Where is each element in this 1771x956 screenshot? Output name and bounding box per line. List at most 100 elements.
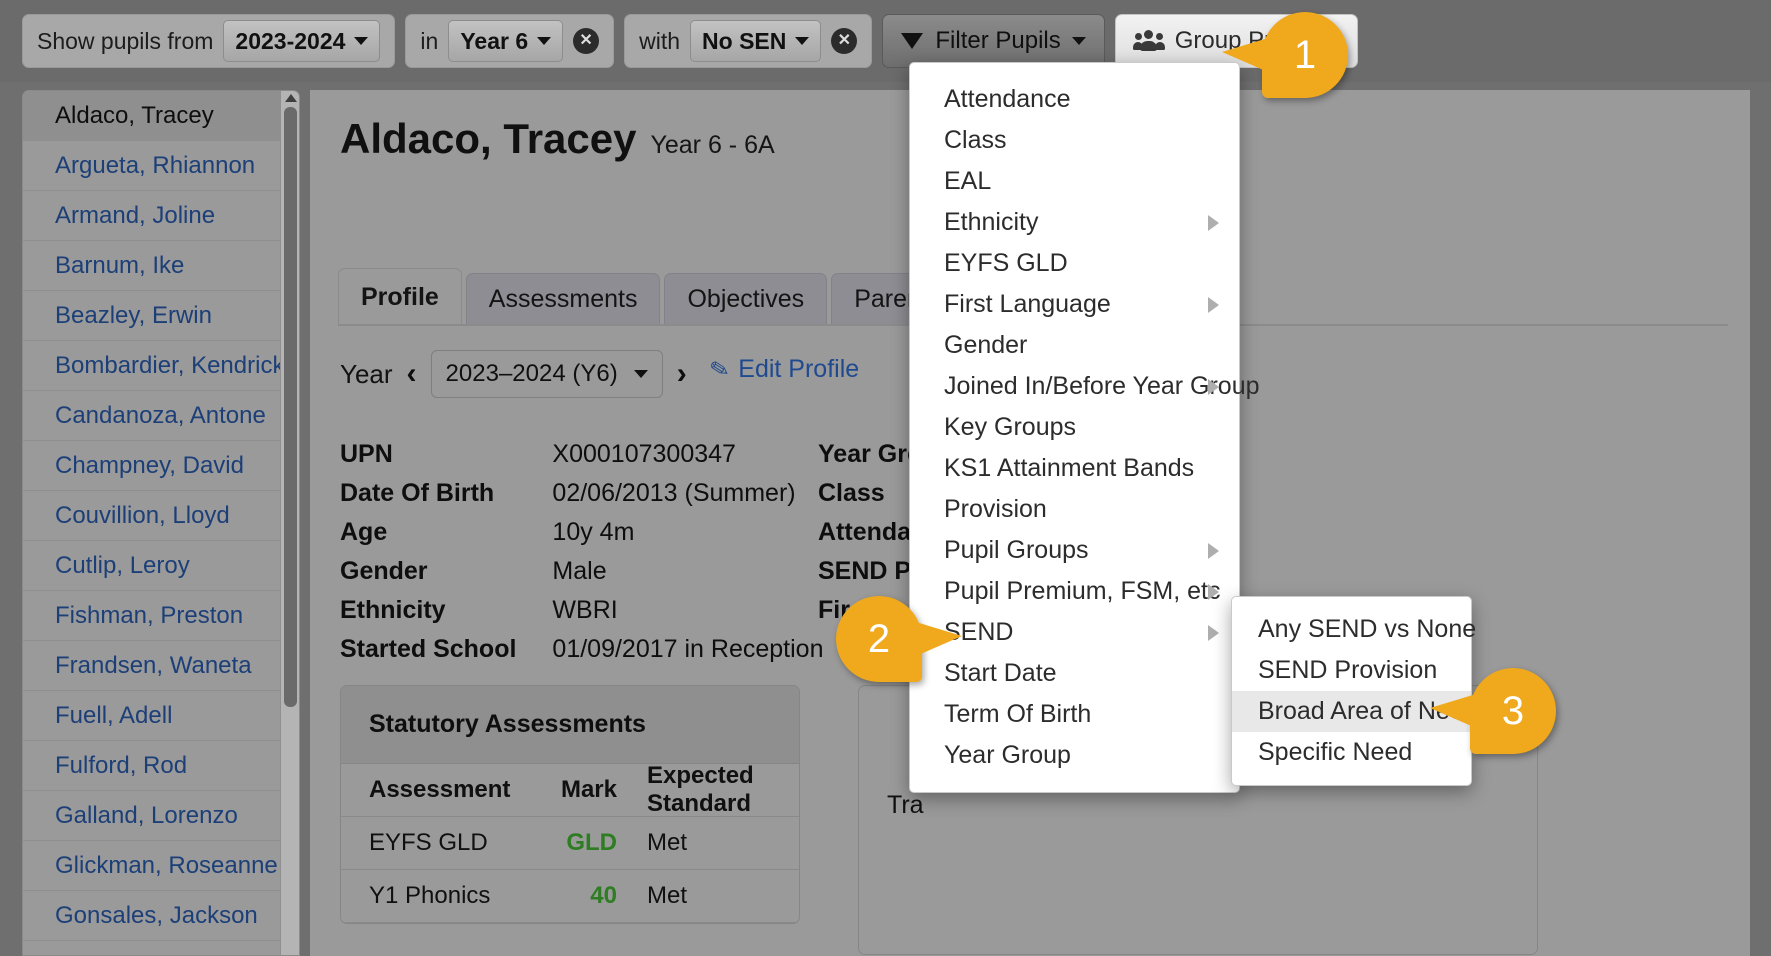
pupil-list-item[interactable]: Frandsen, Waneta: [23, 641, 299, 691]
menu-item-start-date[interactable]: Start Date: [910, 653, 1239, 694]
pupil-list-item[interactable]: Cutlip, Leroy: [23, 541, 299, 591]
clear-sen-button[interactable]: ✕: [831, 28, 858, 54]
detail-value: X000107300347: [552, 440, 736, 468]
pupil-list-item[interactable]: Barnum, Ike: [23, 241, 299, 291]
people-group-icon: [1132, 30, 1165, 52]
app-root: Show pupils from 2023-2024 in Year 6 ✕ w…: [0, 0, 1771, 956]
edit-profile-link[interactable]: ✎ Edit Profile: [707, 354, 859, 384]
chevron-down-icon: [354, 37, 369, 45]
menu-item-provision[interactable]: Provision: [910, 489, 1239, 530]
academic-year-select[interactable]: 2023-2024: [223, 20, 381, 62]
submenu-item-send-provision[interactable]: SEND Provision: [1232, 650, 1471, 691]
sen-filter-group: with No SEN ✕: [624, 14, 873, 68]
pupil-list-item[interactable]: Argueta, Rhiannon: [23, 141, 299, 191]
pupil-list-item-label: Fulford, Rod: [55, 751, 188, 779]
menu-item-pupil-premium-fsm-etc[interactable]: Pupil Premium, FSM, etc: [910, 571, 1239, 612]
previous-year-button[interactable]: ‹: [407, 357, 417, 391]
cell-expected-standard: Met: [647, 829, 688, 856]
menu-item-year-group[interactable]: Year Group: [910, 735, 1239, 776]
pupil-list-item-label: Couvillion, Lloyd: [55, 501, 230, 529]
next-year-button[interactable]: ›: [677, 357, 687, 391]
tab-label: Objectives: [687, 285, 805, 313]
submenu-item-any-send-vs-none[interactable]: Any SEND vs None: [1232, 609, 1476, 650]
tab-assessments[interactable]: Assessments: [465, 273, 661, 325]
column-header-mark: Mark: [560, 776, 617, 803]
detail-key: Age: [340, 518, 388, 546]
menu-item-label: Specific Need: [1258, 738, 1413, 766]
cell-expected-standard: Met: [647, 882, 688, 909]
tab-label: Profile: [361, 282, 439, 311]
pupil-list-item[interactable]: Fuell, Adell: [23, 691, 299, 741]
menu-item-gender[interactable]: Gender: [910, 325, 1239, 366]
pupil-list-item[interactable]: Galland, Lorenzo: [23, 791, 299, 841]
pupil-list-item[interactable]: Couvillion, Lloyd: [23, 491, 299, 541]
year-group-select[interactable]: Year 6: [448, 20, 564, 62]
menu-item-joined-in-before-year-group[interactable]: Joined In/Before Year Group: [910, 366, 1260, 407]
pupil-list-item[interactable]: Hanna, Lizabeth: [23, 941, 299, 956]
pupil-list-item-label: Hanna, Lizabeth: [55, 952, 230, 956]
with-label: with: [639, 27, 681, 54]
menu-item-term-of-birth[interactable]: Term Of Birth: [910, 694, 1239, 735]
clear-year-group-button[interactable]: ✕: [573, 28, 600, 54]
menu-item-eyfs-gld[interactable]: EYFS GLD: [910, 243, 1239, 284]
cell-mark: GLD: [566, 829, 617, 856]
chevron-right-icon: [1208, 378, 1219, 395]
cell-assessment: EYFS GLD: [369, 829, 488, 856]
callout-badge-3: 3: [1430, 668, 1556, 754]
pupil-list-item[interactable]: Armand, Joline: [23, 191, 299, 241]
tab-objectives[interactable]: Objectives: [664, 273, 828, 325]
menu-item-label: Term Of Birth: [944, 700, 1092, 728]
chevron-down-icon: [537, 37, 552, 45]
pupil-list-item[interactable]: Gonsales, Jackson: [23, 891, 299, 941]
statutory-table-body: EYFS GLD GLD Met Y1 Phonics 40 Met: [341, 817, 799, 923]
menu-item-attendance[interactable]: Attendance: [910, 79, 1239, 120]
menu-item-pupil-groups[interactable]: Pupil Groups: [910, 530, 1239, 571]
detail-key: Ethnicity: [340, 596, 446, 624]
pupil-list-item-label: Cutlip, Leroy: [55, 551, 190, 579]
column-header-assessment: Assessment: [369, 776, 511, 803]
pupil-list-sidebar: Aldaco, Tracey Argueta, Rhiannon Armand, J…: [22, 90, 300, 956]
sen-select[interactable]: No SEN: [690, 20, 822, 62]
menu-item-ethnicity[interactable]: Ethnicity: [910, 202, 1239, 243]
menu-item-eal[interactable]: EAL: [910, 161, 1239, 202]
pupil-list-item-label: Armand, Joline: [55, 201, 216, 229]
chevron-down-icon: [1071, 37, 1086, 45]
menu-item-ks1-attainment-bands[interactable]: KS1 Attainment Bands: [910, 448, 1239, 489]
pupil-list-item[interactable]: Aldaco, Tracey: [23, 91, 299, 141]
submenu-item-specific-need[interactable]: Specific Need: [1232, 732, 1471, 773]
menu-item-class[interactable]: Class: [910, 120, 1239, 161]
academic-year-filter-group: Show pupils from 2023-2024: [22, 14, 396, 68]
callout-number: 1: [1293, 32, 1317, 77]
filter-pupils-button[interactable]: Filter Pupils: [882, 14, 1105, 68]
scrollbar-thumb[interactable]: [284, 107, 297, 707]
detail-key: Started School: [340, 635, 517, 663]
menu-item-label: Year Group: [944, 741, 1071, 769]
pupil-list-item[interactable]: Glickman, Roseanne: [23, 841, 299, 891]
year-select-value: 2023–2024 (Y6): [445, 360, 618, 387]
year-group-filter-group: in Year 6 ✕: [405, 14, 615, 68]
in-label: in: [420, 27, 439, 54]
statutory-assessments-card: Statutory Assessments Assessment Mark Ex…: [340, 685, 800, 924]
tab-profile[interactable]: Profile: [338, 268, 462, 325]
detail-key: UPN: [340, 440, 393, 468]
sidebar-scrollbar[interactable]: [280, 91, 299, 955]
menu-item-label: Any SEND vs None: [1258, 615, 1477, 643]
pupil-list-item[interactable]: Fulford, Rod: [23, 741, 299, 791]
scroll-up-arrow-icon[interactable]: [285, 94, 297, 102]
callout-tail: [916, 622, 962, 656]
menu-item-first-language[interactable]: First Language: [910, 284, 1239, 325]
menu-item-key-groups[interactable]: Key Groups: [910, 407, 1239, 448]
pupil-list-item[interactable]: Champney, David: [23, 441, 299, 491]
pupil-list-item[interactable]: Fishman, Preston: [23, 591, 299, 641]
group-pupils-dropdown-menu: Attendance Class EAL Ethnicity EYFS GLD First…: [909, 62, 1260, 793]
pupil-list-item[interactable]: Candanoza, Antone: [23, 391, 299, 441]
pupil-list-item-label: Fuell, Adell: [55, 701, 173, 729]
pupil-list-item-label: Argueta, Rhiannon: [55, 151, 256, 179]
year-select[interactable]: 2023–2024 (Y6): [430, 350, 663, 398]
detail-value: Male: [552, 557, 607, 585]
pupil-list-item[interactable]: Beazley, Erwin: [23, 291, 299, 341]
menu-item-label: Start Date: [944, 659, 1057, 687]
pupil-list: Aldaco, Tracey Argueta, Rhiannon Armand, J…: [23, 91, 299, 956]
column-header-expected-standard: Expected Standard: [647, 762, 754, 817]
pupil-list-item[interactable]: Bombardier, Kendrick: [23, 341, 299, 391]
